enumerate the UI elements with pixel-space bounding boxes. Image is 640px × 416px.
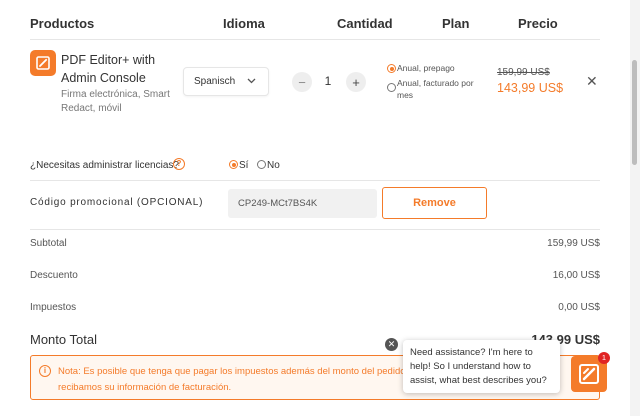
chat-close-icon[interactable]: ✕ [385,338,398,351]
plan-radio-annual-prepaid[interactable] [387,64,396,73]
subtotal-value: 159,99 US$ [547,238,600,249]
product-name: PDF Editor+ with Admin Console [61,53,156,85]
discounted-price: 143,99 US$ [497,81,564,95]
licenses-divider [30,180,600,181]
discount-value: 16,00 US$ [552,270,600,281]
language-select-value: Spanisch [194,76,236,87]
header-divider [30,39,600,40]
promo-code-input[interactable] [228,189,377,218]
plan-radio-annual-monthly[interactable] [387,83,396,92]
info-icon: i [39,365,51,377]
language-select[interactable]: Spanisch [183,67,269,96]
column-header-cantidad: Cantidad [337,16,393,31]
licenses-label-yes: Sí [239,160,249,171]
quantity-decrease-button[interactable]: − [292,72,312,92]
column-header-productos: Productos [30,16,95,31]
tax-label: Impuestos [30,302,77,313]
product-description: Firma electrónica, Smart Redact, móvil [61,89,170,114]
original-price: 159,99 US$ [497,67,550,78]
tax-value: 0,00 US$ [558,302,600,313]
total-label: Monto Total [30,332,97,347]
remove-promo-button[interactable]: Remove [382,187,487,219]
quantity-increase-button[interactable]: + [346,72,366,92]
chevron-down-icon [247,76,256,87]
chat-notification-badge: 1 [598,352,610,364]
column-header-plan: Plan [442,16,470,31]
column-header-idioma: Idioma [223,16,265,31]
quantity-value: 1 [324,74,332,88]
chat-message-bubble[interactable]: Need assistance? I'm here to help! So I … [403,340,560,393]
pdf-editor-icon [30,50,56,76]
help-icon[interactable]: ? [173,158,185,170]
chat-logo-icon [579,364,599,384]
remove-product-icon[interactable]: ✕ [586,73,598,90]
licenses-radio-yes[interactable] [229,160,238,169]
scrollbar-thumb[interactable] [632,60,637,165]
plan-label-annual-prepaid: Anual, prepago [397,63,455,73]
licenses-label-no: No [267,160,280,171]
column-header-precio: Precio [518,16,558,31]
promo-code-label: Código promocional (OPCIONAL) [30,197,204,208]
discount-label: Descuento [30,270,78,281]
promo-divider [30,229,600,230]
manage-licenses-question: ¿Necesitas administrar licencias? [30,160,179,171]
licenses-radio-no[interactable] [257,160,266,169]
plan-label-annual-monthly: Anual, facturado por mes [397,78,474,100]
subtotal-label: Subtotal [30,238,67,249]
